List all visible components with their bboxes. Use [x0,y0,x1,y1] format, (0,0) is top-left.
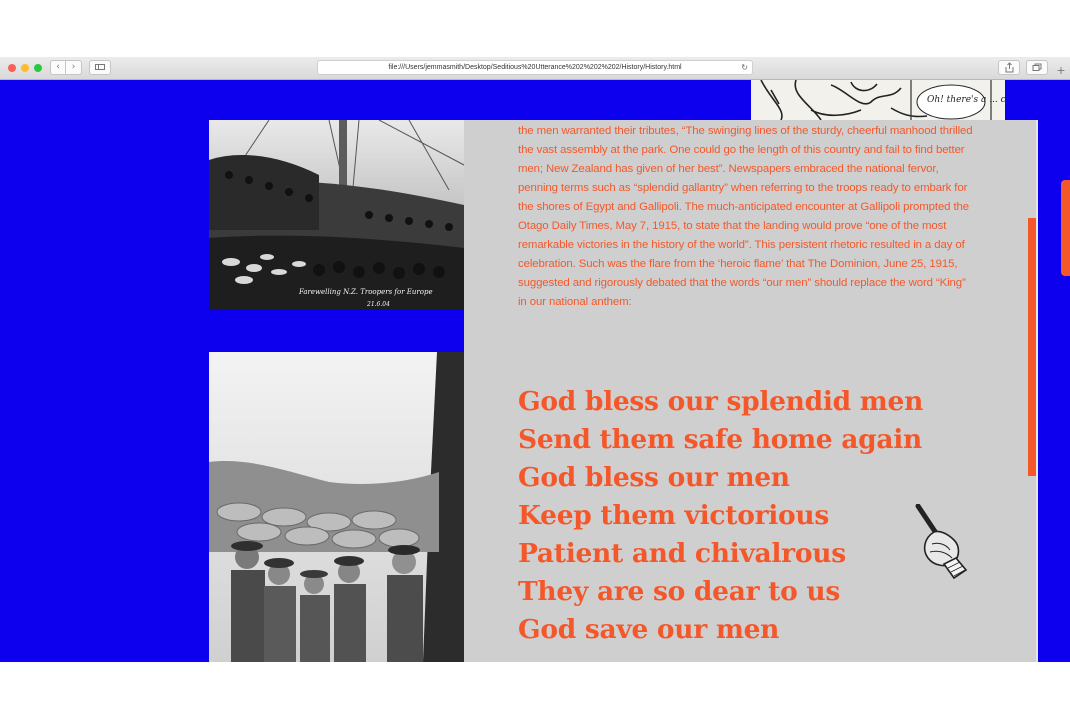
trench-photo [209,352,464,662]
address-bar-url: file:///Users/jemmasmith/Desktop/Seditio… [388,64,682,71]
sidebar-toggle-button[interactable] [89,60,111,75]
new-tab-icon[interactable]: + [1055,65,1067,77]
verse-line: God bless our splendid men [518,386,924,417]
address-bar[interactable]: file:///Users/jemmasmith/Desktop/Seditio… [317,60,753,75]
verse-line: God bless our men [518,462,790,493]
close-window-icon[interactable] [8,64,16,72]
chevron-left-icon: ‹ [56,62,60,72]
photo-gallipoli-trench [209,352,464,662]
reload-icon[interactable]: ↻ [741,61,748,74]
forward-button[interactable]: › [65,60,82,75]
orange-accent-bar [1028,218,1036,476]
tabs-icon [1032,63,1042,71]
back-button[interactable]: ‹ [50,60,66,75]
share-icon [1005,62,1013,73]
verse-line: Send them safe home again [518,424,923,455]
photo-troopship-farewell: Farewelling N.Z. Troopers for Europe 21.… [209,120,464,310]
show-tabs-button[interactable] [1026,60,1048,75]
verse-line: Keep them victorious [518,500,829,531]
fullscreen-window-icon[interactable] [34,64,42,72]
photo1-caption: Farewelling N.Z. Troopers for Europe [299,288,433,296]
cartoon-illustration: Oh! there's a ... cheer [751,80,1005,120]
minimize-window-icon[interactable] [21,64,29,72]
browser-toolbar: ‹ › file:///Users/jemmasmith/Desktop/Sed… [0,57,1070,80]
verse-line: God save our men [518,614,780,645]
verse-line: They are so dear to us [518,576,840,607]
panel-scroll-track [1036,120,1038,662]
page-viewport: Oh! there's a ... cheer [0,80,1070,662]
pointing-hand-icon [915,504,968,580]
verse-line: Patient and chivalrous [518,538,846,569]
article-paragraph: the men warranted their tributes, “The s… [518,125,973,308]
troopship-photo [209,120,464,310]
share-button[interactable] [998,60,1020,75]
anthem-verse: God bless our splendid men Send them saf… [518,383,938,649]
chevron-right-icon: › [71,62,76,72]
photo1-caption-number: 21.6.04 [367,301,390,308]
page-scrollbar-thumb[interactable] [1061,180,1070,276]
cartoon-drawing: Oh! there's a ... cheer [751,80,1005,120]
sidebar-icon [95,64,105,70]
cartoon-caption: Oh! there's a ... cheer [927,95,1005,105]
